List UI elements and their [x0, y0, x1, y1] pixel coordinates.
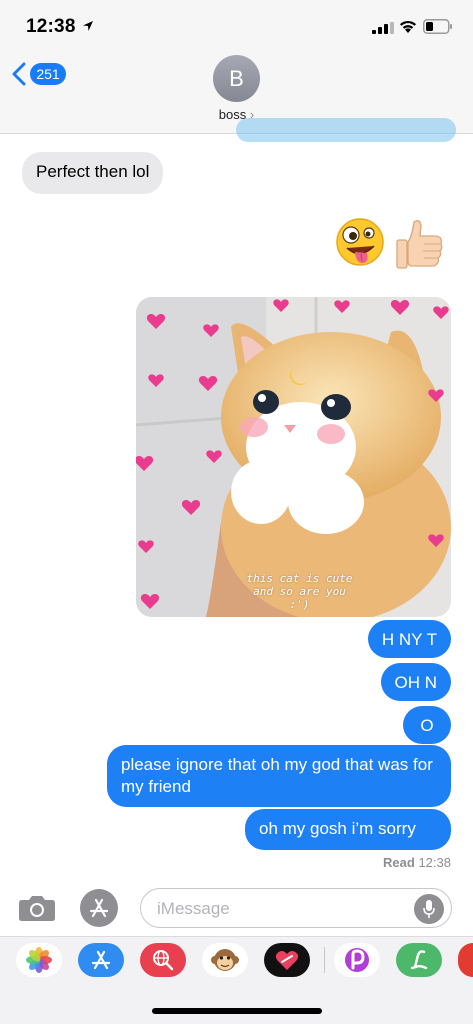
wifi-icon — [400, 20, 416, 33]
camera-icon[interactable] — [18, 894, 56, 922]
message-input[interactable]: iMessage — [140, 888, 452, 928]
battery-icon — [423, 19, 452, 34]
thumbs-up-emoji-icon — [396, 220, 443, 269]
app-drawer — [0, 936, 473, 1024]
unread-count-badge: 251 — [30, 63, 66, 85]
compose-bar: iMessage — [0, 880, 473, 936]
zany-face-emoji-icon — [336, 218, 384, 266]
sent-message[interactable]: oh my gosh i’m sorry — [245, 809, 451, 850]
back-button[interactable]: 251 — [12, 60, 72, 88]
monkey-icon — [211, 949, 239, 971]
app-drawer-divider — [324, 947, 325, 973]
dictation-button[interactable] — [414, 894, 444, 924]
script-l-icon — [410, 950, 428, 970]
home-indicator — [152, 1008, 322, 1014]
app-store-app-button[interactable] — [78, 943, 124, 977]
read-time: 12:38 — [418, 855, 451, 870]
contact-avatar[interactable]: B — [213, 55, 260, 102]
signal-icon — [372, 22, 394, 34]
caption-line: this cat is cute — [246, 572, 353, 585]
picsart-app-button[interactable] — [334, 943, 380, 977]
digital-touch-app-button[interactable] — [264, 943, 310, 977]
caption-line: :') — [289, 598, 310, 611]
sent-message[interactable]: please ignore that oh my god that was fo… — [107, 745, 451, 807]
status-time: 12:38 — [26, 16, 76, 37]
image-message[interactable] — [136, 297, 451, 617]
picsart-icon — [345, 948, 369, 972]
chevron-left-icon — [12, 62, 26, 86]
web-images-app-button[interactable] — [140, 943, 186, 977]
read-receipt: Read 12:38 — [383, 855, 451, 870]
green-l-app-button[interactable] — [396, 943, 442, 977]
sent-message[interactable]: OH N — [380, 663, 451, 701]
cat-photo — [136, 297, 451, 617]
animoji-app-button[interactable] — [202, 943, 248, 977]
photos-app-button[interactable] — [16, 943, 62, 977]
globe-search-icon — [153, 950, 174, 971]
message-input-placeholder: iMessage — [157, 899, 230, 918]
emoji-message[interactable] — [334, 216, 452, 274]
microphone-icon — [423, 900, 435, 918]
heart-icon — [275, 951, 299, 970]
photos-icon — [26, 947, 52, 973]
app-store-button[interactable] — [80, 889, 118, 927]
red-app-button[interactable] — [458, 943, 473, 977]
caption-line: and so are you — [253, 585, 346, 598]
image-caption: this cat is cute and so are you :') — [222, 572, 377, 611]
location-arrow-icon — [83, 21, 93, 31]
app-store-icon — [89, 898, 109, 918]
status-bar: 12:38 — [0, 0, 473, 50]
app-store-a-icon — [91, 950, 111, 970]
sent-message[interactable]: H NY T — [367, 620, 451, 658]
received-message[interactable]: Perfect then lol — [22, 152, 164, 194]
avatar-initial: B — [229, 65, 244, 91]
read-label: Read — [383, 855, 415, 870]
sent-message[interactable]: O — [403, 706, 451, 744]
previous-message-peek — [236, 118, 456, 142]
